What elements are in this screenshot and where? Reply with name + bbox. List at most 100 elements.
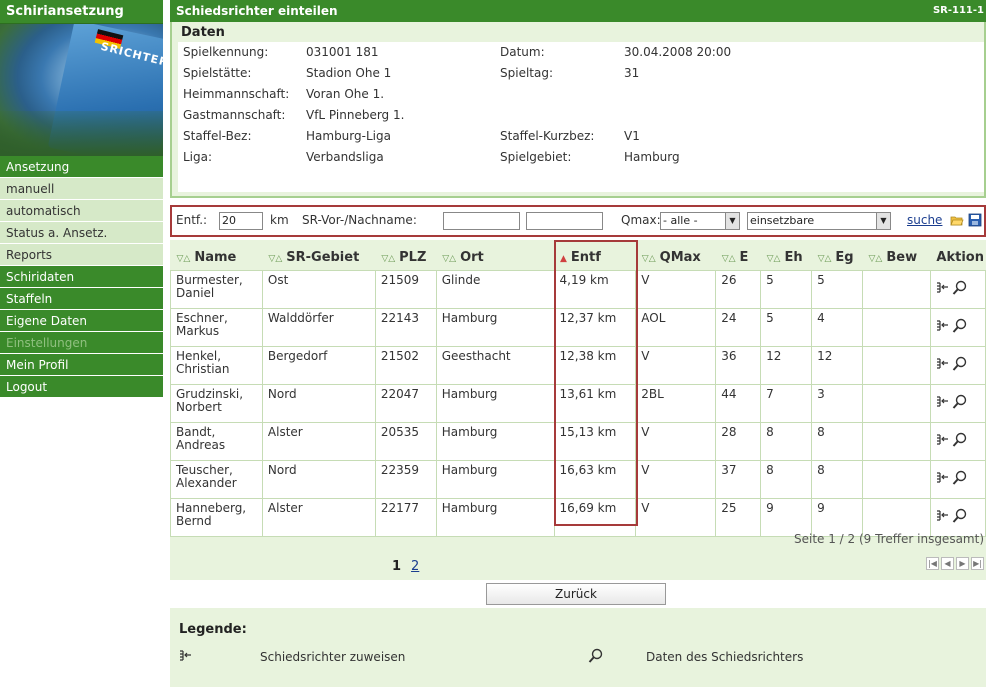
table-row: Bandt, Andreas Alster 20535 Hamburg 15,13 km V… (170, 421, 986, 461)
table-header-row: ▽△ Name ▽△ SR-Gebiet ▽△ PLZ ▽△ Ort ▲ Entf ▽△ Q… (170, 246, 986, 270)
col-header-e[interactable]: ▽△ E (715, 246, 761, 270)
search-link[interactable]: suche (907, 213, 942, 227)
cell-aktion (929, 345, 986, 385)
spielkennung-label: Spielkennung: (183, 45, 269, 59)
cell-eg: 4 (811, 307, 863, 347)
cell-plz: 21509 (374, 269, 437, 309)
assign-referee-icon[interactable] (936, 395, 950, 409)
col-header-entf[interactable]: ▲ Entf (554, 246, 636, 270)
cell-eh: 5 (760, 307, 813, 347)
col-header-name[interactable]: ▽△ Name (170, 246, 263, 270)
cell-eh: 9 (760, 497, 813, 537)
cell-qmax: AOL (635, 307, 717, 347)
pager-nav: |◀ ◀ ▶ ▶| (926, 557, 984, 570)
gastmannschaft-label: Gastmannschaft: (183, 108, 286, 122)
cell-aktion (929, 459, 986, 499)
sidebar-title: Schiriansetzung (0, 0, 163, 24)
cell-ort: Geesthacht (435, 345, 555, 385)
cell-eg: 12 (811, 345, 863, 385)
magnifier-icon[interactable] (952, 432, 968, 448)
cell-entf: 12,37 km (553, 307, 637, 347)
next-page-icon[interactable]: ▶ (956, 557, 969, 570)
chevron-down-icon: ▼ (876, 213, 890, 229)
assign-referee-icon[interactable] (936, 509, 950, 523)
cell-gebiet: Nord (261, 459, 376, 499)
status-select[interactable]: einsetzbare ▼ (747, 212, 891, 230)
table-row: Eschner, Markus Walddörfer 22143 Hamburg 12,3… (170, 307, 986, 347)
cell-plz: 22047 (374, 383, 437, 423)
col-header-eh[interactable]: ▽△ Eh (760, 246, 812, 270)
cell-eg: 9 (811, 497, 863, 537)
spielstaette-label: Spielstätte: (183, 66, 252, 80)
legend-details-text: Daten des Schiedsrichters (646, 650, 804, 664)
referee-banner-image: SRICHTER (0, 24, 163, 156)
sidebar-item-ansetzung[interactable]: Ansetzung (0, 156, 163, 178)
sidebar-item-mein-profil[interactable]: Mein Profil (0, 354, 163, 376)
cell-entf: 4,19 km (553, 269, 637, 309)
folder-open-icon[interactable] (950, 213, 964, 227)
cell-eg: 3 (811, 383, 863, 423)
assign-referee-icon[interactable] (936, 433, 950, 447)
sidebar-item-staffeln[interactable]: Staffeln (0, 288, 163, 310)
assign-referee-icon (180, 650, 191, 661)
magnifier-icon[interactable] (952, 356, 968, 372)
sort-icon: ▽△ (641, 254, 656, 265)
magnifier-icon[interactable] (952, 280, 968, 296)
assign-referee-icon[interactable] (936, 281, 950, 295)
table-body: Burmester, Daniel Ost 21509 Glinde 4,19 km V 26… (170, 269, 986, 537)
sort-icon: ▽△ (176, 254, 191, 265)
magnifier-icon (588, 648, 603, 663)
sidebar-item-manuell[interactable]: manuell (0, 178, 163, 200)
spieltag-value: 31 (624, 66, 640, 80)
save-icon[interactable] (968, 213, 982, 227)
sidebar-item-status[interactable]: Status a. Ansetz. (0, 222, 163, 244)
col-header-qmax[interactable]: ▽△ QMax (635, 246, 716, 270)
magnifier-icon[interactable] (952, 508, 968, 524)
sidebar-item-einstellungen: Einstellungen (0, 332, 163, 354)
status-select-value: einsetzbare (750, 214, 815, 227)
assign-referee-icon[interactable] (936, 471, 950, 485)
back-button[interactable]: Zurück (486, 583, 666, 605)
spielgebiet-value: Hamburg (624, 150, 680, 164)
chevron-down-icon: ▼ (725, 213, 739, 229)
col-header-sr-gebiet[interactable]: ▽△ SR-Gebiet (262, 246, 376, 270)
first-page-icon[interactable]: |◀ (926, 557, 939, 570)
col-header-ort[interactable]: ▽△ Ort (436, 246, 554, 270)
col-header-bew[interactable]: ▽△ Bew (862, 246, 931, 270)
datum-value: 30.04.2008 20:00 (624, 45, 732, 59)
col-header-plz[interactable]: ▽△ PLZ (375, 246, 437, 270)
sidebar-item-automatisch[interactable]: automatisch (0, 200, 163, 222)
table-row: Grudzinski, Norbert Nord 22047 Hamburg 13,61 … (170, 383, 986, 423)
sort-icon: ▽△ (381, 254, 396, 265)
cell-ort: Hamburg (435, 421, 555, 461)
sidebar-item-eigene-daten[interactable]: Eigene Daten (0, 310, 163, 332)
spielstaette-value: Stadion Ohe 1 (306, 66, 392, 80)
legend-assign-text: Schiedsrichter zuweisen (260, 650, 406, 664)
table-row: Henkel, Christian Bergedorf 21502 Geesthacht… (170, 345, 986, 385)
cell-aktion (929, 497, 986, 537)
prev-page-icon[interactable]: ◀ (941, 557, 954, 570)
cell-entf: 12,38 km (553, 345, 637, 385)
sidebar-item-logout[interactable]: Logout (0, 376, 163, 398)
page-link-2[interactable]: 2 (411, 559, 419, 574)
magnifier-icon[interactable] (952, 318, 968, 334)
sort-asc-icon: ▲ (560, 254, 567, 265)
cell-e: 37 (715, 459, 762, 499)
sidebar-item-reports[interactable]: Reports (0, 244, 163, 266)
sidebar-item-schiridaten[interactable]: Schiridaten (0, 266, 163, 288)
cell-name: Eschner, Markus (170, 307, 263, 347)
col-header-eg[interactable]: ▽△ Eg (811, 246, 863, 270)
distance-input[interactable]: 20 (219, 212, 263, 230)
liga-label: Liga: (183, 150, 213, 164)
cell-eh: 7 (760, 383, 813, 423)
assign-referee-icon[interactable] (936, 357, 950, 371)
assign-referee-icon[interactable] (936, 319, 950, 333)
cell-qmax: V (635, 421, 717, 461)
last-page-icon[interactable]: ▶| (971, 557, 984, 570)
vorname-input[interactable] (443, 212, 520, 230)
cell-name: Burmester, Daniel (170, 269, 263, 309)
magnifier-icon[interactable] (952, 394, 968, 410)
magnifier-icon[interactable] (952, 470, 968, 486)
nachname-input[interactable] (526, 212, 603, 230)
qmax-select[interactable]: - alle - ▼ (660, 212, 740, 230)
